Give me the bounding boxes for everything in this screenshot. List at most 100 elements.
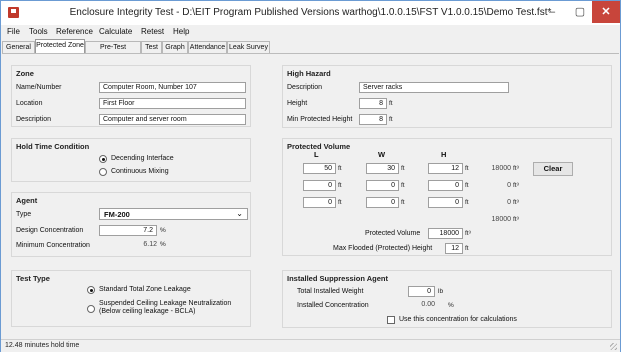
width-unit-3: ft <box>401 199 405 206</box>
col-l-header: L <box>314 150 319 159</box>
length-unit-2: ft <box>338 182 342 189</box>
title-bar: Enclosure Integrity Test - D:\EIT Progra… <box>1 1 620 25</box>
width-input-1[interactable]: 30 <box>366 163 399 174</box>
menu-help[interactable]: Help <box>173 27 189 36</box>
design-concentration-unit: % <box>160 227 166 234</box>
name-label: Name/Number <box>16 84 62 91</box>
height-unit-3: ft <box>465 199 469 206</box>
high-hazard-title: High Hazard <box>287 69 331 78</box>
menu-tools[interactable]: Tools <box>29 27 48 36</box>
test-type-title: Test Type <box>16 274 50 283</box>
tab-general[interactable]: General <box>2 41 35 53</box>
hazard-description-label: Description <box>287 84 323 91</box>
design-concentration-input[interactable]: 7.2 <box>99 225 157 236</box>
volume-unit-3: ft³ <box>513 199 519 206</box>
volume-value-3: 0 <box>507 199 511 206</box>
min-protected-height-unit: ft <box>389 116 393 123</box>
protected-volume-group: Protected Volume L W H 50 ft 30 ft 12 ft… <box>282 138 612 256</box>
continuous-mixing-label[interactable]: Continuous Mixing <box>111 168 169 175</box>
name-input[interactable]: Computer Room, Number 107 <box>99 82 246 93</box>
protected-volume-label: Protected Volume <box>365 230 421 237</box>
max-flooded-height-input[interactable]: 12 <box>445 243 463 254</box>
min-protected-height-input[interactable]: 8 <box>359 114 387 125</box>
menu-file[interactable]: File <box>7 27 20 36</box>
design-concentration-label: Design Concentration <box>16 227 84 234</box>
length-input-2[interactable]: 0 <box>303 180 336 191</box>
length-unit-1: ft <box>338 165 342 172</box>
volume-total-unit: ft³ <box>513 216 519 223</box>
tab-protected-zone[interactable]: Protected Zone <box>35 39 85 53</box>
clear-button[interactable]: Clear <box>533 162 573 176</box>
col-w-header: W <box>378 150 386 159</box>
suspended-ceiling-label-line1[interactable]: Suspended Ceiling Leakage Neutralization <box>99 300 231 307</box>
tab-graph[interactable]: Graph <box>162 41 188 53</box>
volume-unit-2: ft³ <box>513 182 519 189</box>
installed-weight-unit: lb <box>438 288 444 295</box>
menu-retest[interactable]: Retest <box>141 27 164 36</box>
height-input-3[interactable]: 0 <box>428 197 463 208</box>
maximize-button[interactable]: ▢ <box>566 1 594 23</box>
tab-leak-survey[interactable]: Leak Survey <box>227 41 270 53</box>
protected-zone-panel: Zone Name/Number Computer Room, Number 1… <box>2 53 619 338</box>
length-unit-3: ft <box>338 199 342 206</box>
agent-group: Agent Type FM-200 ⌄ Design Concentration… <box>11 192 251 257</box>
use-concentration-checkbox[interactable] <box>387 316 395 324</box>
tab-attendance[interactable]: Attendance <box>188 41 227 53</box>
length-input-3[interactable]: 0 <box>303 197 336 208</box>
decending-interface-label[interactable]: Decending Interface <box>111 155 174 162</box>
tab-test[interactable]: Test <box>141 41 162 53</box>
hazard-description-input[interactable]: Server racks <box>359 82 509 93</box>
height-unit-1: ft <box>465 165 469 172</box>
volume-value-2: 0 <box>507 182 511 189</box>
agent-type-value: FM-200 <box>104 210 130 219</box>
hold-time-status: 12.48 minutes hold time <box>5 342 80 349</box>
height-input-1[interactable]: 12 <box>428 163 463 174</box>
suspended-ceiling-radio[interactable] <box>87 305 95 313</box>
hazard-height-input[interactable]: 8 <box>359 98 387 109</box>
width-unit-2: ft <box>401 182 405 189</box>
zone-group: Zone Name/Number Computer Room, Number 1… <box>11 65 251 127</box>
close-button[interactable]: ✕ <box>592 1 620 23</box>
description-input[interactable]: Computer and server room <box>99 114 246 125</box>
continuous-mixing-radio[interactable] <box>99 168 107 176</box>
max-flooded-height-unit: ft <box>465 245 469 252</box>
tab-pre-test-checklist[interactable]: Pre-Test Checklist <box>85 41 141 62</box>
installed-weight-label: Total Installed Weight <box>297 288 364 295</box>
width-input-3[interactable]: 0 <box>366 197 399 208</box>
menu-calculate[interactable]: Calculate <box>99 27 132 36</box>
status-bar: 12.48 minutes hold time <box>1 339 620 352</box>
hazard-height-unit: ft <box>389 100 393 107</box>
max-flooded-height-label: Max Flooded (Protected) Height <box>333 245 433 252</box>
decending-interface-radio[interactable] <box>99 155 107 163</box>
minimize-button[interactable]: – <box>538 1 566 23</box>
hold-time-title: Hold Time Condition <box>16 142 90 151</box>
width-input-2[interactable]: 0 <box>366 180 399 191</box>
col-h-header: H <box>441 150 447 159</box>
length-input-1[interactable]: 50 <box>303 163 336 174</box>
hold-time-group: Hold Time Condition Decending Interface … <box>11 138 251 182</box>
protected-volume-input[interactable]: 18000 <box>428 228 463 239</box>
resize-grip-icon[interactable] <box>610 343 617 350</box>
test-type-group: Test Type Standard Total Zone Leakage Su… <box>11 270 251 327</box>
suppression-agent-group: Installed Suppression Agent Total Instal… <box>282 270 612 328</box>
app-window: Enclosure Integrity Test - D:\EIT Progra… <box>0 0 621 352</box>
height-input-2[interactable]: 0 <box>428 180 463 191</box>
height-unit-2: ft <box>465 182 469 189</box>
installed-concentration-label: Installed Concentration <box>297 302 369 309</box>
suspended-ceiling-label-line2[interactable]: (Below ceiling leakage - BCLA) <box>99 308 196 315</box>
zone-title: Zone <box>16 69 34 78</box>
installed-weight-input[interactable]: 0 <box>408 286 435 297</box>
agent-type-select[interactable]: FM-200 ⌄ <box>99 208 248 220</box>
window-title: Enclosure Integrity Test - D:\EIT Progra… <box>69 7 552 18</box>
location-label: Location <box>16 100 43 107</box>
standard-leakage-label[interactable]: Standard Total Zone Leakage <box>99 286 191 293</box>
volume-total-value: 18000 <box>491 216 511 223</box>
standard-leakage-radio[interactable] <box>87 286 95 294</box>
location-input[interactable]: First Floor <box>99 98 246 109</box>
width-unit-1: ft <box>401 165 405 172</box>
volume-unit-1: ft³ <box>513 165 519 172</box>
volume-value-1: 18000 <box>491 165 511 172</box>
menu-reference[interactable]: Reference <box>56 27 93 36</box>
use-concentration-label[interactable]: Use this concentration for calculations <box>399 316 517 323</box>
description-label: Description <box>16 116 52 123</box>
